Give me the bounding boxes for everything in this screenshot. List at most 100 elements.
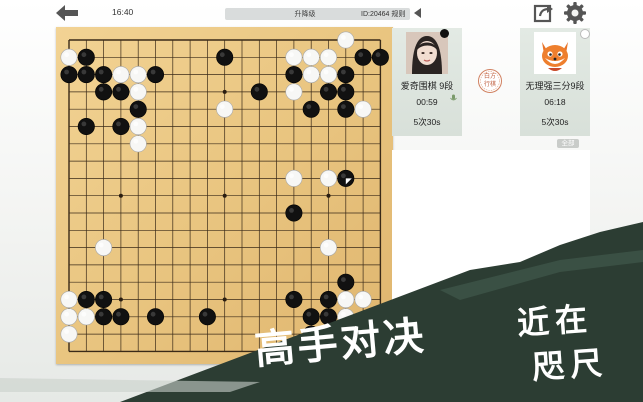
stone-highlight (323, 311, 329, 317)
black-stone[interactable] (285, 290, 303, 308)
black-stone[interactable] (77, 48, 95, 66)
black-stone[interactable] (112, 308, 130, 326)
black-stone[interactable] (319, 290, 337, 308)
black-stone[interactable] (285, 66, 303, 84)
white-stone[interactable] (60, 48, 78, 66)
black-stone[interactable] (95, 308, 113, 326)
back-arrow-icon[interactable] (52, 2, 82, 24)
stone-highlight (306, 52, 312, 58)
player-card-white[interactable]: 无理强三分9段 06:18 5次30s (520, 28, 590, 136)
stone-highlight (358, 52, 364, 58)
white-stone[interactable] (216, 100, 234, 118)
black-stone[interactable] (95, 290, 113, 308)
white-stone[interactable] (129, 83, 147, 101)
white-stone[interactable] (319, 169, 337, 187)
white-stone[interactable] (319, 325, 337, 343)
stone-highlight (289, 52, 294, 58)
stone-highlight (306, 69, 312, 75)
black-stone[interactable] (337, 100, 355, 118)
white-stone[interactable] (354, 290, 372, 308)
microphone-icon[interactable] (449, 90, 458, 101)
white-stone[interactable] (60, 308, 78, 326)
stone-highlight (323, 329, 329, 334)
star-point (222, 193, 227, 198)
white-stone[interactable] (285, 169, 303, 187)
stone-highlight (133, 86, 139, 92)
stone-highlight (98, 294, 104, 300)
stone-highlight (341, 104, 346, 109)
black-stone[interactable] (285, 204, 303, 222)
stone-highlight (289, 86, 294, 92)
white-stone[interactable] (337, 308, 355, 326)
black-stone[interactable] (129, 100, 147, 118)
white-stone[interactable] (112, 66, 130, 84)
black-stone[interactable] (371, 48, 389, 66)
stone-highlight (341, 35, 346, 40)
black-stone[interactable] (250, 83, 268, 101)
white-stone[interactable] (319, 48, 337, 66)
white-stone[interactable] (129, 118, 147, 136)
byoyomi-black: 5次30s (413, 117, 441, 127)
black-stone[interactable] (112, 118, 130, 136)
black-stone[interactable] (337, 83, 355, 101)
white-stone[interactable] (302, 66, 320, 84)
black-stone[interactable] (216, 48, 234, 66)
stone-highlight (341, 294, 346, 300)
stone-highlight (116, 121, 121, 127)
collapse-arrow-icon[interactable] (414, 8, 421, 18)
white-stone[interactable] (77, 308, 95, 326)
black-stone[interactable] (302, 100, 320, 118)
go-board[interactable] (56, 27, 393, 364)
stone-highlight (219, 104, 225, 109)
white-stone[interactable] (95, 239, 113, 257)
stone-highlight (289, 294, 294, 300)
white-stone[interactable] (129, 135, 147, 153)
white-stone[interactable] (337, 31, 355, 49)
white-stone[interactable] (319, 239, 337, 257)
stone-highlight (358, 294, 364, 300)
player-card-black[interactable]: 爱奇围棋 9段 00:59 5次30s (392, 28, 462, 136)
black-stone[interactable] (95, 83, 113, 101)
white-stone[interactable] (337, 290, 355, 308)
black-stone[interactable] (198, 308, 216, 326)
white-stone[interactable] (60, 290, 78, 308)
white-stone[interactable] (60, 325, 78, 343)
stone-highlight (323, 294, 329, 300)
black-stone[interactable] (302, 308, 320, 326)
star-point (222, 297, 227, 302)
stone-highlight (306, 311, 312, 317)
stone-highlight (64, 311, 69, 317)
chat-panel[interactable] (392, 150, 590, 315)
black-stone[interactable] (95, 66, 113, 84)
star-point (326, 193, 331, 198)
board-grid[interactable] (56, 27, 393, 364)
black-stone[interactable] (60, 66, 78, 84)
black-stone[interactable] (337, 66, 355, 84)
black-stone[interactable] (77, 66, 95, 84)
black-stone[interactable] (354, 48, 372, 66)
black-stone[interactable] (77, 290, 95, 308)
black-stone[interactable] (319, 308, 337, 326)
black-stone[interactable] (112, 83, 130, 101)
gear-icon[interactable] (563, 1, 587, 25)
stone-highlight (133, 138, 139, 144)
stone-highlight (81, 311, 87, 317)
clock-white: 06:18 (544, 97, 566, 107)
chat-tab-all[interactable]: 全部 (557, 139, 579, 148)
stone-highlight (64, 329, 69, 334)
white-stone[interactable] (319, 66, 337, 84)
share-icon[interactable] (533, 2, 555, 24)
black-stone[interactable] (337, 273, 355, 291)
white-stone[interactable] (354, 100, 372, 118)
black-stone[interactable] (319, 83, 337, 101)
stone-highlight (64, 52, 69, 58)
white-stone[interactable] (285, 48, 303, 66)
black-stone[interactable] (147, 66, 165, 84)
white-stone[interactable] (285, 83, 303, 101)
black-stone[interactable] (147, 308, 165, 326)
black-stone[interactable] (302, 325, 320, 343)
black-stone[interactable] (77, 118, 95, 136)
stone-highlight (81, 52, 87, 58)
white-stone[interactable] (302, 48, 320, 66)
white-stone[interactable] (129, 66, 147, 84)
